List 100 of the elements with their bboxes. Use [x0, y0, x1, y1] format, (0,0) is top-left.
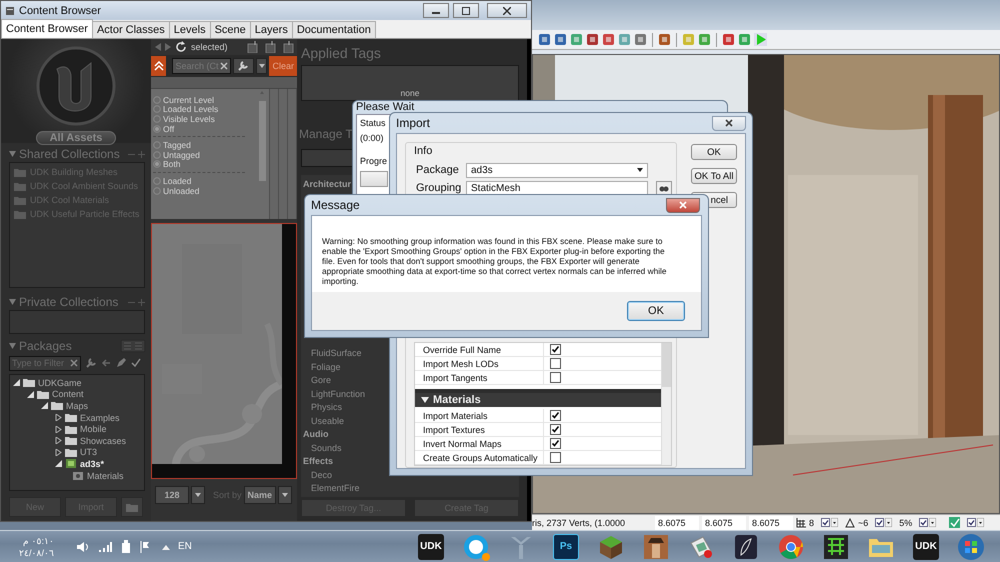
pencil-icon[interactable] [116, 358, 126, 368]
tag-item[interactable]: ElementFire [303, 482, 360, 495]
tag-item[interactable]: Gore [303, 374, 332, 387]
caret-icon[interactable] [831, 518, 838, 527]
tool-icon[interactable] [586, 33, 599, 46]
clock-time[interactable]: ٠٥:١٠ م [22, 534, 54, 546]
tag-item[interactable]: Useable [303, 414, 344, 428]
tab[interactable]: Documentation [292, 21, 376, 38]
expander-icon[interactable] [55, 437, 62, 444]
minimize-button[interactable] [423, 3, 449, 18]
checkbox[interactable] [550, 372, 561, 383]
radio-button[interactable] [153, 150, 161, 159]
checkbox[interactable] [550, 424, 561, 435]
tab[interactable]: Layers [250, 21, 293, 38]
dropdown-button[interactable] [191, 486, 205, 504]
expander-icon[interactable] [55, 426, 62, 433]
tree-item[interactable]: Maps [66, 400, 88, 411]
expander-icon[interactable] [55, 448, 62, 456]
caret-icon[interactable] [885, 518, 892, 527]
caret-icon[interactable] [977, 518, 984, 527]
dialog-button[interactable]: OK [691, 144, 737, 160]
tool-icon[interactable] [634, 33, 647, 46]
expander-icon[interactable] [13, 379, 20, 386]
checkbox[interactable] [550, 410, 561, 421]
expander-icon[interactable] [55, 414, 62, 422]
package-dropdown[interactable]: ad3s [466, 162, 648, 178]
tree-item[interactable]: ad3s* [80, 458, 104, 469]
checkbox[interactable] [875, 518, 884, 527]
caret-icon[interactable] [929, 518, 936, 527]
tree-item[interactable]: Showcases [80, 436, 126, 446]
sort-dropdown[interactable]: Name [244, 486, 276, 504]
toolbar-icon[interactable] [247, 41, 259, 53]
tag-item[interactable]: Foliage [303, 360, 341, 374]
radio-button[interactable] [153, 114, 161, 123]
tree-item[interactable]: Content [52, 389, 84, 400]
toolbar-icon[interactable] [265, 41, 277, 53]
tool-icon[interactable] [658, 33, 671, 46]
tool-icon[interactable] [698, 33, 711, 46]
tree-item[interactable]: Mobile [80, 424, 107, 434]
tag-item[interactable]: Sounds [303, 441, 342, 454]
clock-date[interactable]: ٢٤/٠٨/٠٦ [18, 546, 54, 558]
close-button[interactable] [712, 116, 746, 130]
tool-icon[interactable] [722, 33, 735, 46]
forward-icon[interactable] [165, 43, 171, 51]
radio-button[interactable] [153, 160, 161, 168]
up-arrow-icon[interactable] [162, 544, 170, 550]
collapse-button[interactable] [151, 56, 166, 76]
tag-item[interactable]: Deco [303, 468, 332, 482]
close-button[interactable] [487, 3, 527, 18]
signal-icon[interactable] [98, 540, 112, 552]
clear-icon[interactable] [70, 359, 78, 367]
close-button[interactable] [666, 198, 700, 212]
checkbox[interactable] [550, 358, 561, 369]
radio-button[interactable] [153, 141, 161, 150]
tab[interactable]: Content Browser [1, 19, 93, 38]
tab[interactable]: Scene [210, 21, 251, 38]
dialog-button[interactable]: OK To All [691, 168, 737, 184]
tab[interactable]: Levels [168, 21, 211, 38]
back-icon[interactable] [155, 43, 161, 51]
speaker-icon[interactable] [76, 540, 90, 552]
clear-icon[interactable] [220, 62, 228, 70]
power-icon[interactable] [120, 540, 132, 554]
radio-button[interactable] [153, 186, 161, 195]
tool-icon[interactable] [570, 33, 583, 46]
radio-button[interactable] [153, 96, 161, 104]
tree-item[interactable]: Examples [80, 412, 120, 423]
tool-icon[interactable] [738, 33, 751, 46]
expander-icon[interactable] [55, 460, 62, 468]
tree-item[interactable]: Materials [87, 470, 124, 481]
refresh-icon[interactable] [175, 41, 187, 53]
dropdown-button[interactable] [256, 58, 268, 74]
radio-button[interactable] [153, 105, 161, 114]
dropdown-button[interactable] [278, 486, 292, 504]
checkbox[interactable] [550, 438, 561, 449]
tag-item[interactable]: Physics [303, 400, 342, 414]
radio-button[interactable] [153, 124, 161, 133]
tool-icon[interactable] [538, 33, 551, 46]
checkbox[interactable] [967, 518, 976, 527]
checkbox[interactable] [821, 518, 830, 527]
tree-item[interactable]: UDKGame [38, 378, 82, 388]
all-assets-button[interactable]: All Assets [36, 131, 116, 145]
options-button[interactable] [232, 58, 254, 74]
tree-item[interactable]: UT3 [80, 447, 98, 458]
ok-button[interactable]: OK [627, 301, 685, 321]
toggle-icon[interactable] [949, 517, 960, 528]
grouping-field[interactable]: StaticMesh [466, 180, 648, 196]
check-icon[interactable] [131, 358, 141, 368]
expander-icon[interactable] [27, 390, 34, 398]
expander-icon[interactable] [421, 397, 429, 403]
folder-button[interactable] [121, 497, 143, 517]
tag-item[interactable]: FluidSurface [303, 346, 362, 360]
toolbar-icon[interactable] [283, 41, 295, 53]
size-field[interactable]: 128 [155, 486, 189, 504]
language-indicator[interactable]: EN [178, 541, 192, 552]
checkbox[interactable] [550, 344, 561, 355]
browse-button[interactable] [656, 181, 672, 195]
expander-icon[interactable] [41, 402, 48, 410]
radio-button[interactable] [153, 176, 161, 185]
checkbox[interactable] [550, 452, 561, 463]
maximize-button[interactable] [453, 3, 479, 18]
